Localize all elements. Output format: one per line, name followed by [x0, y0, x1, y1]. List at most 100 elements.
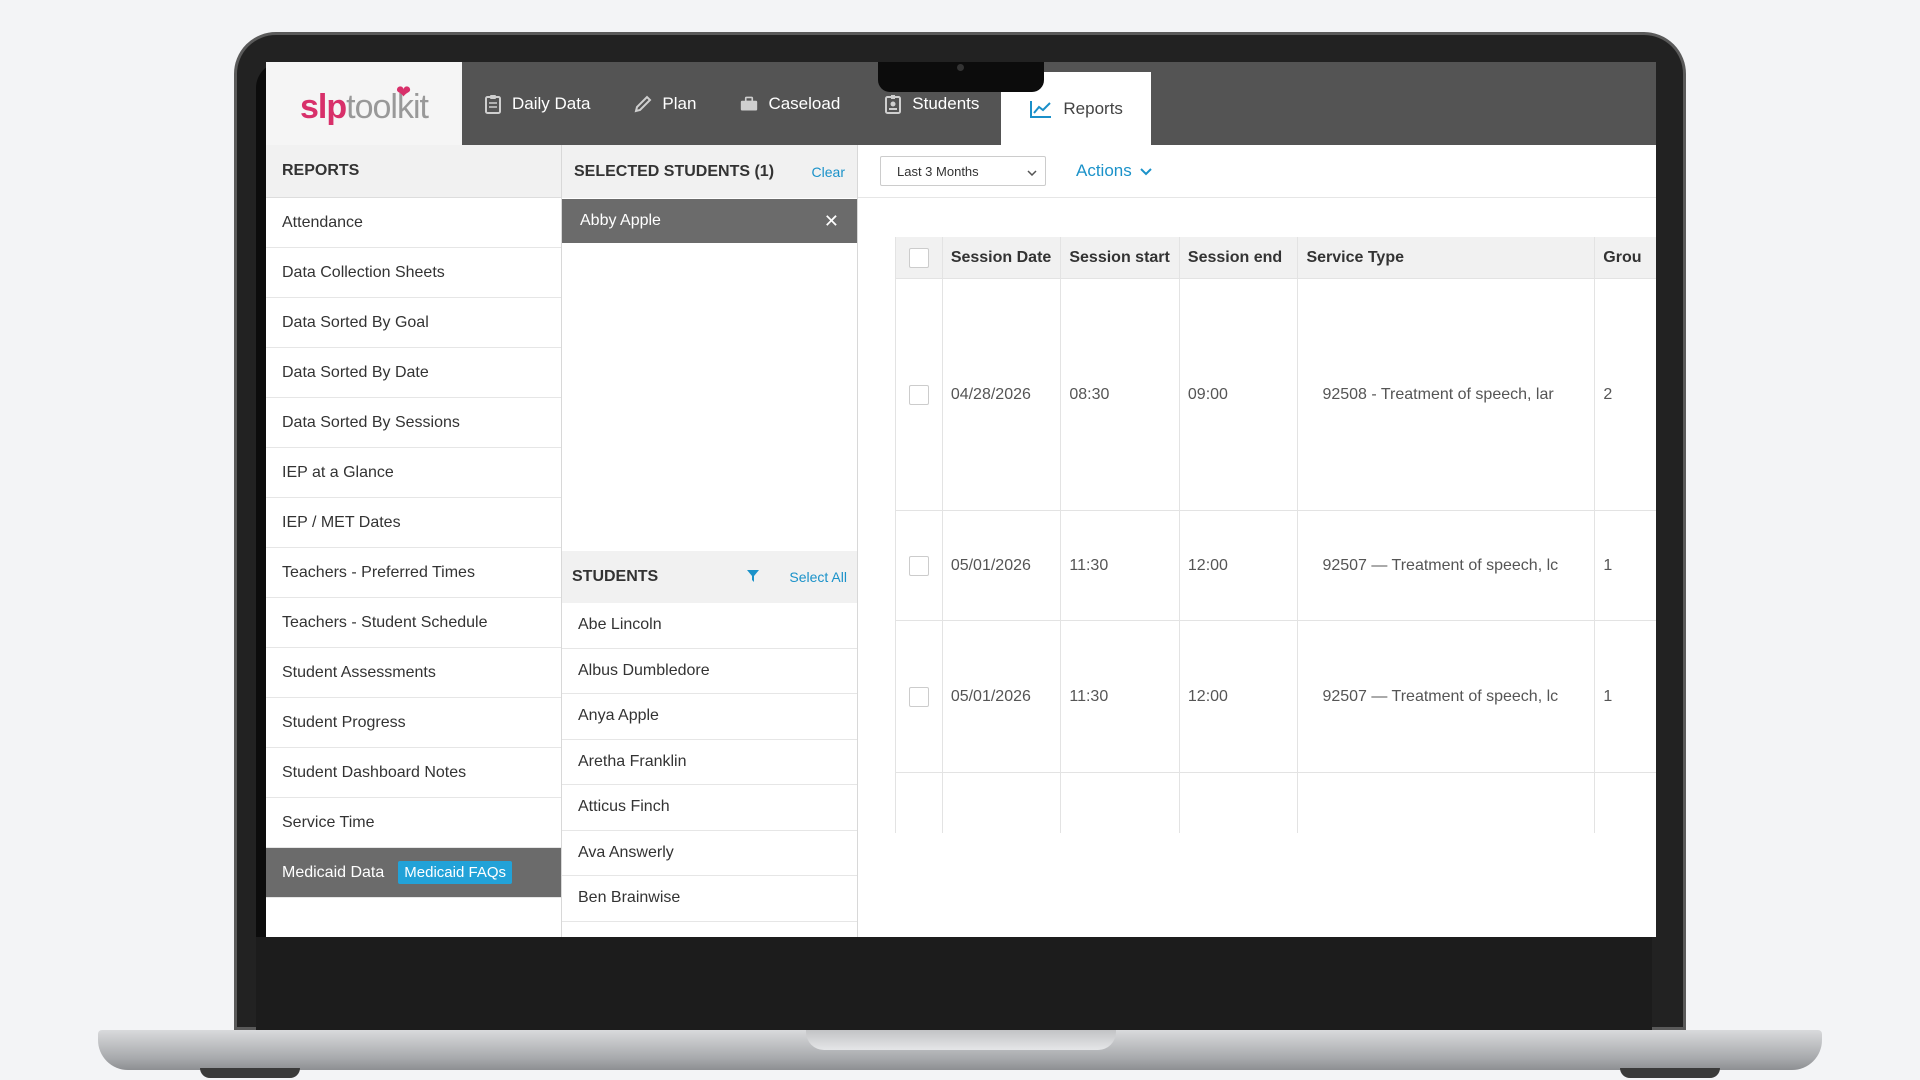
student-item[interactable]: Abe Lincoln	[562, 603, 857, 649]
select-all-button[interactable]: Select All	[789, 569, 847, 585]
table-row[interactable]: 04/28/2026 08:30 09:00 92508 - Treatment…	[896, 279, 1656, 511]
badge-icon	[884, 93, 902, 115]
empty-cell	[1298, 773, 1596, 833]
report-item-attendance[interactable]: Attendance	[266, 198, 561, 248]
filter-icon[interactable]	[747, 569, 760, 585]
report-item-student-progress[interactable]: Student Progress	[266, 698, 561, 748]
laptop-foot	[200, 1068, 300, 1078]
date-range-value: Last 3 Months	[897, 163, 979, 179]
report-item-student-dashboard-notes[interactable]: Student Dashboard Notes	[266, 748, 561, 798]
session-start: 08:30	[1061, 279, 1180, 510]
column-header[interactable]: Session start	[1061, 237, 1180, 278]
report-item-data-sorted-by-sessions[interactable]: Data Sorted By Sessions	[266, 398, 561, 448]
row-checkbox[interactable]	[908, 384, 929, 405]
student-item[interactable]: Ben Brainwise	[562, 876, 857, 922]
student-picker: SELECTED STUDENTS (1) Clear Abby Apple ✕…	[562, 145, 858, 937]
reports-sidebar: REPORTS Attendance Data Collection Sheet…	[266, 145, 562, 937]
clipboard-icon	[484, 93, 502, 115]
camera-icon	[957, 64, 964, 71]
session-end: 12:00	[1180, 621, 1299, 772]
heart-icon: ❤	[396, 82, 412, 102]
service-type: 92507 — Treatment of speech, lc	[1298, 511, 1596, 620]
report-item-iep-met-dates[interactable]: IEP / MET Dates	[266, 498, 561, 548]
student-item[interactable]: Atticus Finch	[562, 785, 857, 831]
report-item-data-sorted-by-goal[interactable]: Data Sorted By Goal	[266, 298, 561, 348]
students-list: Abe Lincoln Albus Dumbledore Anya Apple …	[562, 603, 857, 922]
session-end: 12:00	[1180, 511, 1299, 620]
laptop-foot	[1620, 1068, 1720, 1078]
medicaid-faqs-link[interactable]: Medicaid FAQs	[398, 861, 512, 884]
group-size: 1	[1603, 556, 1613, 574]
tab-plan[interactable]: Plan	[612, 62, 718, 145]
report-item-student-assessments[interactable]: Student Assessments	[266, 648, 561, 698]
table-row[interactable]: 05/01/2026 11:30 12:00 92507 — Treatment…	[896, 621, 1656, 773]
group-size: 1	[1603, 687, 1613, 705]
column-header[interactable]: Session Date	[943, 237, 1062, 278]
laptop-opening-notch	[806, 1030, 1116, 1050]
app-screen: slptoolkit ❤ Daily Data Plan Caseload St…	[266, 62, 1656, 937]
student-item[interactable]: Albus Dumbledore	[562, 649, 857, 694]
table-row	[896, 773, 1656, 833]
chart-icon	[1029, 98, 1053, 120]
actions-menu[interactable]: Actions	[1076, 161, 1152, 181]
table-header: Session Date Session start Session end S…	[896, 237, 1656, 279]
pencil-icon	[634, 93, 652, 115]
logo[interactable]: slptoolkit ❤	[266, 62, 462, 145]
session-date: 04/28/2026	[943, 279, 1062, 510]
group-size: 2	[1603, 385, 1613, 403]
tab-label: Caseload	[768, 93, 841, 113]
student-item[interactable]: Ava Answerly	[562, 831, 857, 876]
column-header[interactable]: Service Type	[1298, 237, 1596, 278]
column-header[interactable]: Session end	[1180, 237, 1299, 278]
row-checkbox-cell	[896, 773, 943, 833]
report-toolbar: Last 3 Months Actions	[858, 145, 1656, 198]
logo-prefix: slp	[300, 88, 347, 126]
selected-student-item[interactable]: Abby Apple ✕	[562, 199, 857, 243]
tab-label: Plan	[662, 93, 697, 113]
student-item[interactable]: Aretha Franklin	[562, 740, 857, 785]
report-item-teachers-preferred-times[interactable]: Teachers - Preferred Times	[266, 548, 561, 598]
selected-students-title: SELECTED STUDENTS (1)	[574, 162, 775, 180]
report-item-service-time[interactable]: Service Time	[266, 798, 561, 848]
clear-button[interactable]: Clear	[812, 164, 845, 180]
report-item-medicaid-data[interactable]: Medicaid Data Medicaid FAQs	[266, 848, 561, 898]
date-range-select[interactable]: Last 3 Months	[880, 156, 1046, 186]
report-item-teachers-student-schedule[interactable]: Teachers - Student Schedule	[266, 598, 561, 648]
selected-student-name: Abby Apple	[580, 212, 661, 229]
students-title: STUDENTS	[572, 568, 659, 585]
row-checkbox-cell	[896, 511, 943, 620]
select-all-checkbox[interactable]	[908, 247, 929, 268]
report-item-data-sorted-by-date[interactable]: Data Sorted By Date	[266, 348, 561, 398]
empty-cell	[1595, 773, 1656, 833]
tab-label: Students	[912, 93, 980, 113]
reports-title: REPORTS	[266, 145, 561, 198]
empty-cell	[1061, 773, 1180, 833]
report-item-data-collection-sheets[interactable]: Data Collection Sheets	[266, 248, 561, 298]
column-header[interactable]: Grou	[1595, 237, 1656, 278]
tab-label: Reports	[1063, 98, 1123, 118]
tab-label: Daily Data	[512, 93, 591, 113]
empty-cell	[1180, 773, 1299, 833]
chevron-down-icon	[1140, 161, 1152, 181]
session-start: 11:30	[1061, 511, 1180, 620]
student-item[interactable]: Anya Apple	[562, 694, 857, 740]
row-checkbox[interactable]	[908, 555, 929, 576]
session-date: 05/01/2026	[943, 621, 1062, 772]
table-row[interactable]: 05/01/2026 11:30 12:00 92507 — Treatment…	[896, 511, 1656, 621]
tab-caseload[interactable]: Caseload	[718, 62, 862, 145]
report-item-iep-at-a-glance[interactable]: IEP at a Glance	[266, 448, 561, 498]
service-type: 92507 — Treatment of speech, lc	[1298, 621, 1596, 772]
row-checkbox-cell	[896, 621, 943, 772]
close-icon[interactable]: ✕	[824, 211, 839, 232]
row-checkbox[interactable]	[908, 686, 929, 707]
report-panel: Last 3 Months Actions Session Date Sessi…	[858, 145, 1656, 937]
selected-students-header: SELECTED STUDENTS (1) Clear	[562, 145, 857, 198]
select-all-checkbox-cell	[896, 237, 943, 278]
actions-label: Actions	[1076, 161, 1132, 180]
tab-daily-data[interactable]: Daily Data	[462, 62, 612, 145]
students-header: STUDENTS Select All	[562, 551, 857, 603]
report-item-label: Medicaid Data	[282, 863, 385, 881]
row-checkbox-cell	[896, 279, 943, 510]
sessions-table: Session Date Session start Session end S…	[895, 237, 1656, 833]
screen-chin	[256, 937, 1652, 1030]
